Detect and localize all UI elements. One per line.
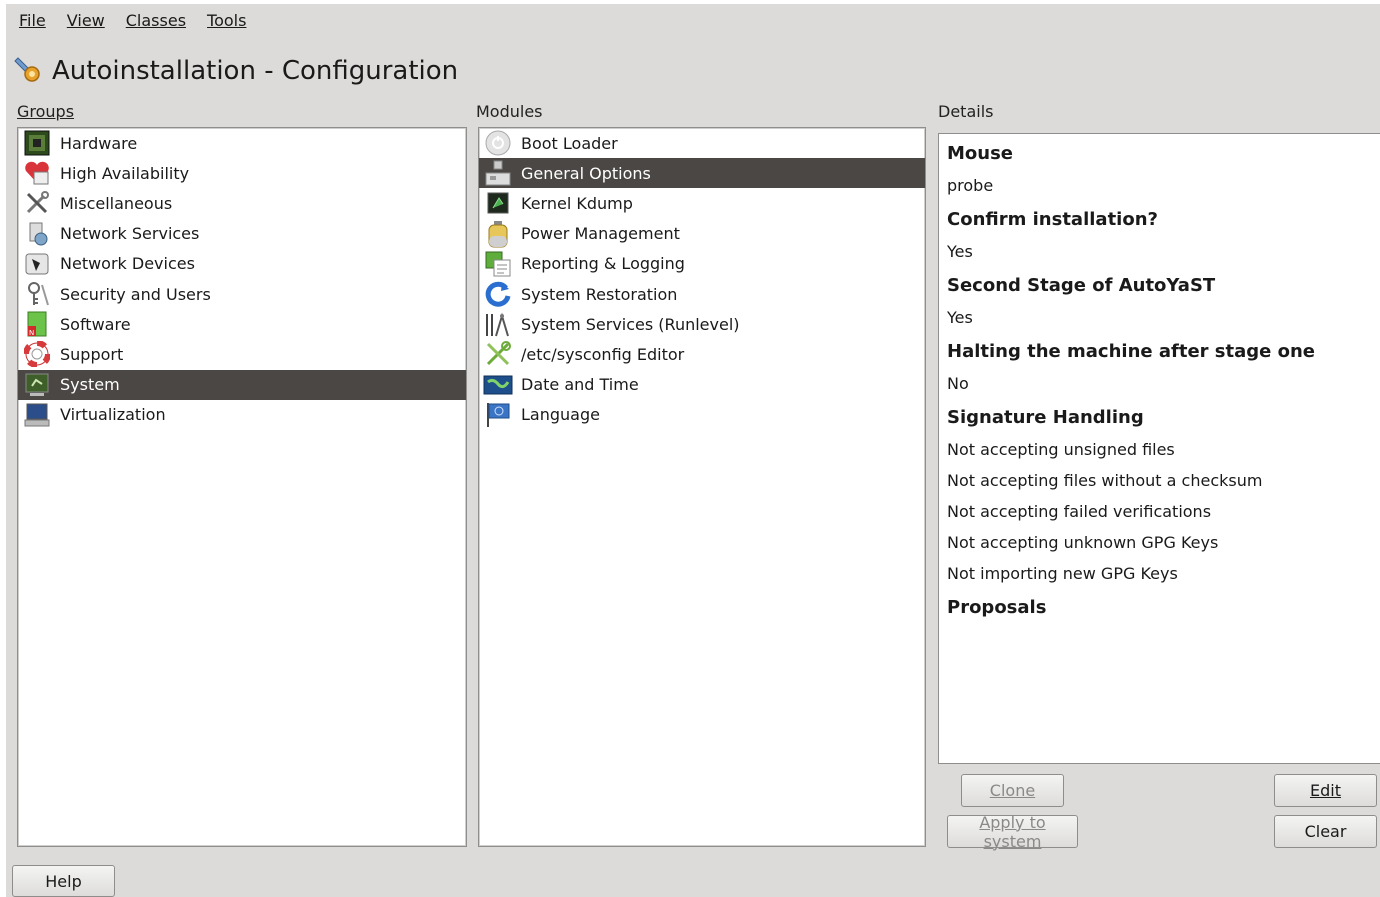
lifebuoy-icon: [22, 340, 52, 368]
details-label: Details: [938, 102, 994, 121]
group-item-high-availability[interactable]: High Availability: [18, 158, 466, 188]
module-item-power-management[interactable]: Power Management: [479, 219, 925, 249]
autoinstall-wrench-icon: [12, 54, 42, 88]
detail-heading-signature: Signature Handling: [947, 407, 1144, 428]
details-pane: Mouse probe Confirm installation? Yes Se…: [938, 133, 1380, 764]
groups-list[interactable]: Hardware High Availability Miscellaneous…: [17, 127, 467, 847]
date-time-icon: [483, 371, 513, 399]
main-window: File View Classes Tools Autoinstallation…: [6, 4, 1380, 897]
clear-button[interactable]: Clear: [1274, 815, 1377, 848]
detail-value-signature-4: Not accepting unknown GPG Keys: [947, 533, 1219, 552]
apply-to-system-button[interactable]: Apply to system: [947, 813, 1078, 851]
svg-text:N: N: [29, 329, 34, 337]
module-item-date-and-time[interactable]: Date and Time: [479, 370, 925, 400]
sysconfig-icon: [483, 340, 513, 368]
clone-button[interactable]: Clone: [961, 774, 1064, 807]
group-item-hardware[interactable]: Hardware: [18, 128, 466, 158]
menu-view[interactable]: View: [67, 11, 105, 30]
detail-heading-mouse: Mouse: [947, 143, 1014, 164]
high-availability-icon: [22, 159, 52, 187]
module-item-system-services[interactable]: System Services (Runlevel): [479, 309, 925, 339]
menu-tools[interactable]: Tools: [207, 11, 246, 30]
group-item-virtualization[interactable]: Virtualization: [18, 400, 466, 430]
module-item-system-restoration[interactable]: System Restoration: [479, 279, 925, 309]
boot-loader-icon: [483, 129, 513, 157]
reporting-icon: [483, 250, 513, 278]
detail-value-confirm: Yes: [947, 242, 973, 261]
group-item-software[interactable]: N Software: [18, 309, 466, 339]
detail-value-signature-5: Not importing new GPG Keys: [947, 564, 1178, 583]
language-icon: [483, 401, 513, 429]
page-title-bar: Autoinstallation - Configuration: [12, 54, 458, 88]
module-item-kernel-kdump[interactable]: Kernel Kdump: [479, 188, 925, 218]
menu-classes[interactable]: Classes: [126, 11, 186, 30]
network-devices-icon: [22, 250, 52, 278]
hardware-icon: [22, 129, 52, 157]
kdump-icon: [483, 189, 513, 217]
help-button[interactable]: Help: [12, 865, 115, 897]
detail-heading-second-stage: Second Stage of AutoYaST: [947, 275, 1216, 296]
page-title: Autoinstallation - Configuration: [52, 56, 459, 86]
group-item-system[interactable]: System: [18, 369, 466, 400]
detail-heading-halting: Halting the machine after stage one: [947, 341, 1316, 362]
group-item-security-and-users[interactable]: Security and Users: [18, 279, 466, 309]
modules-list[interactable]: Boot Loader General Options Kernel Kdump…: [478, 127, 926, 847]
module-item-language[interactable]: Language: [479, 400, 925, 430]
detail-value-signature-2: Not accepting files without a checksum: [947, 471, 1263, 490]
menu-file[interactable]: File: [19, 11, 46, 30]
security-icon: [22, 280, 52, 308]
network-services-icon: [22, 220, 52, 248]
detail-heading-confirm: Confirm installation?: [947, 209, 1158, 230]
module-item-reporting-logging[interactable]: Reporting & Logging: [479, 249, 925, 279]
power-icon: [483, 220, 513, 248]
virtualization-icon: [22, 401, 52, 429]
services-icon: [483, 310, 513, 338]
detail-value-signature-1: Not accepting unsigned files: [947, 440, 1175, 459]
modules-label: Modules: [476, 102, 543, 121]
module-item-general-options[interactable]: General Options: [479, 158, 925, 189]
detail-heading-proposals: Proposals: [947, 597, 1047, 618]
detail-value-signature-3: Not accepting failed verifications: [947, 502, 1212, 521]
detail-value-mouse: probe: [947, 176, 994, 195]
module-item-sysconfig-editor[interactable]: /etc/sysconfig Editor: [479, 339, 925, 369]
groups-label: Groups: [17, 102, 75, 121]
group-item-network-services[interactable]: Network Services: [18, 219, 466, 249]
group-item-miscellaneous[interactable]: Miscellaneous: [18, 188, 466, 218]
tools-icon: [22, 189, 52, 217]
system-icon: [22, 371, 52, 399]
group-item-support[interactable]: Support: [18, 339, 466, 369]
edit-button[interactable]: Edit: [1274, 774, 1377, 807]
general-options-icon: [483, 159, 513, 187]
module-item-boot-loader[interactable]: Boot Loader: [479, 128, 925, 158]
detail-value-second-stage: Yes: [947, 308, 973, 327]
menu-bar: File View Classes Tools: [19, 11, 246, 30]
detail-value-halting: No: [947, 374, 969, 393]
group-item-network-devices[interactable]: Network Devices: [18, 249, 466, 279]
software-icon: N: [22, 310, 52, 338]
restore-icon: [483, 280, 513, 308]
